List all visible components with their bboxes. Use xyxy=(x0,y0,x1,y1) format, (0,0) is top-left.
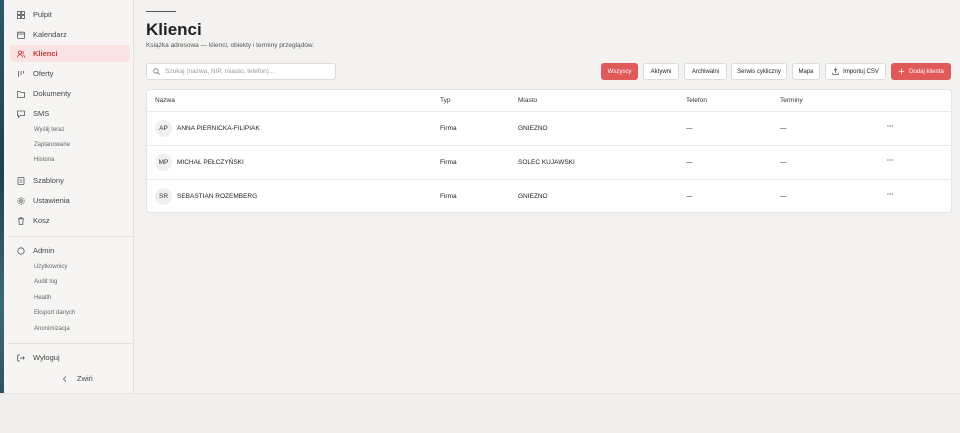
chevron-left-icon xyxy=(60,374,70,384)
avatar: AP xyxy=(155,120,172,137)
calendar-icon xyxy=(16,30,26,40)
admin-subitem-health[interactable]: Health xyxy=(34,295,51,301)
admin-subitem-anonymization[interactable]: Anonimizacja xyxy=(34,326,70,332)
search-placeholder: Szukaj (nazwa, NIP, miasto, telefon)... xyxy=(165,68,275,75)
admin-subitem-users[interactable]: Użytkownicy xyxy=(34,264,67,270)
sidebar-item-label: Pulpit xyxy=(33,10,52,19)
trash-icon xyxy=(16,216,26,226)
client-name[interactable]: SEBASTIAN ROZEMBERG xyxy=(177,193,257,200)
sidebar-item-label: Klienci xyxy=(33,49,58,58)
row-actions-menu[interactable]: ··· xyxy=(887,123,894,130)
sidebar-item-oferty[interactable]: Oferty xyxy=(10,65,130,82)
add-client-label: Dodaj klienta xyxy=(909,68,944,75)
sidebar: Pulpit Kalendarz Klienci Oferty Dokument… xyxy=(4,0,134,393)
title-accent-line xyxy=(146,11,176,12)
sidebar-item-label: Szablony xyxy=(33,176,64,185)
client-type: Firma xyxy=(440,125,457,132)
admin-subitem-export[interactable]: Eksport danych xyxy=(34,310,75,316)
sidebar-divider xyxy=(8,236,134,237)
client-city: SOLEC KUJAWSKI xyxy=(518,159,575,166)
row-actions-menu[interactable]: ··· xyxy=(887,191,894,198)
template-icon xyxy=(16,176,26,186)
sms-subitem-history[interactable]: Historia xyxy=(34,157,54,163)
client-type: Firma xyxy=(440,193,457,200)
import-csv-label: Importuj CSV xyxy=(843,68,879,75)
logout-button[interactable]: Wyloguj xyxy=(10,349,130,366)
column-header-phone[interactable]: Telefon xyxy=(686,97,707,104)
sidebar-item-dokumenty[interactable]: Dokumenty xyxy=(10,85,130,102)
filter-cyclic-service-button[interactable]: Serwis cykliczny xyxy=(731,63,787,80)
client-city: GNIEZNO xyxy=(518,125,548,132)
search-icon xyxy=(153,68,160,75)
map-button[interactable]: Mapa xyxy=(792,63,820,80)
gear-icon xyxy=(16,196,26,206)
client-name[interactable]: MICHAŁ PEŁCZYŃSKI xyxy=(177,159,244,166)
page-title: Klienci xyxy=(146,20,202,39)
client-phone: — xyxy=(686,193,693,200)
shield-icon xyxy=(16,246,26,256)
client-terms: — xyxy=(780,125,787,132)
sidebar-item-szablony[interactable]: Szablony xyxy=(10,172,130,189)
add-client-button[interactable]: Dodaj klienta xyxy=(891,63,951,80)
sms-subitem-scheduled[interactable]: Zaplanowane xyxy=(34,142,70,148)
client-phone: — xyxy=(686,125,693,132)
sidebar-item-klienci[interactable]: Klienci xyxy=(10,45,130,62)
column-header-name[interactable]: Nazwa xyxy=(155,97,175,104)
sidebar-item-pulpit[interactable]: Pulpit xyxy=(10,6,130,23)
sidebar-item-sms[interactable]: SMS xyxy=(10,105,130,122)
avatar: SR xyxy=(155,188,172,205)
bottom-area xyxy=(0,393,960,433)
clients-table: Nazwa Typ Miasto Telefon Terminy AP ANNA… xyxy=(146,89,953,213)
logout-icon xyxy=(16,353,26,363)
sidebar-item-label: Kosz xyxy=(33,216,50,225)
column-header-city[interactable]: Miasto xyxy=(518,97,537,104)
sidebar-item-label: SMS xyxy=(33,109,50,118)
client-name[interactable]: ANNA PIERNICKA-FILIPIAK xyxy=(177,125,260,132)
filter-archived-button[interactable]: Archiwalni xyxy=(684,63,727,80)
search-input[interactable]: Szukaj (nazwa, NIP, miasto, telefon)... xyxy=(146,63,336,80)
row-actions-menu[interactable]: ··· xyxy=(887,157,894,164)
sidebar-item-admin[interactable]: Admin xyxy=(10,242,130,259)
sidebar-item-label: Ustawienia xyxy=(33,196,70,205)
page-subtitle: Książka adresowa — klienci, obiekty i te… xyxy=(146,42,314,49)
sms-subitem-send-now[interactable]: Wyślij teraz xyxy=(34,127,65,133)
sidebar-item-label: Admin xyxy=(33,246,55,255)
collapse-button[interactable]: Zwiń xyxy=(54,370,114,387)
plus-icon xyxy=(899,68,905,75)
grid-icon xyxy=(16,10,26,20)
column-header-type[interactable]: Typ xyxy=(440,97,450,104)
sidebar-item-ustawienia[interactable]: Ustawienia xyxy=(10,192,130,209)
table-row[interactable]: MP MICHAŁ PEŁCZYŃSKI Firma SOLEC KUJAWSK… xyxy=(147,145,953,179)
users-icon xyxy=(16,49,26,59)
folder-icon xyxy=(16,89,26,99)
sidebar-divider xyxy=(8,343,134,344)
table-row[interactable]: SR SEBASTIAN ROZEMBERG Firma GNIEZNO — —… xyxy=(147,179,953,213)
table-row[interactable]: AP ANNA PIERNICKA-FILIPIAK Firma GNIEZNO… xyxy=(147,111,953,145)
logout-label: Wyloguj xyxy=(33,353,60,362)
column-header-terms[interactable]: Terminy xyxy=(780,97,803,104)
filter-all-button[interactable]: Wszyscy xyxy=(601,63,638,80)
client-type: Firma xyxy=(440,159,457,166)
admin-subitem-audit-log[interactable]: Audit log xyxy=(34,279,57,285)
offers-icon xyxy=(16,69,26,79)
client-terms: — xyxy=(780,159,787,166)
filter-active-button[interactable]: Aktywni xyxy=(643,63,679,80)
sidebar-item-kalendarz[interactable]: Kalendarz xyxy=(10,26,130,43)
client-phone: — xyxy=(686,159,693,166)
sidebar-item-kosz[interactable]: Kosz xyxy=(10,212,130,229)
sidebar-item-label: Dokumenty xyxy=(33,89,71,98)
client-terms: — xyxy=(780,193,787,200)
import-csv-button[interactable]: Importuj CSV xyxy=(825,63,886,80)
avatar: MP xyxy=(155,154,172,171)
client-city: GNIEZNO xyxy=(518,193,548,200)
message-icon xyxy=(16,109,26,119)
sidebar-item-label: Kalendarz xyxy=(33,30,67,39)
upload-icon xyxy=(832,68,839,75)
collapse-label: Zwiń xyxy=(77,374,93,383)
sidebar-item-label: Oferty xyxy=(33,69,54,78)
